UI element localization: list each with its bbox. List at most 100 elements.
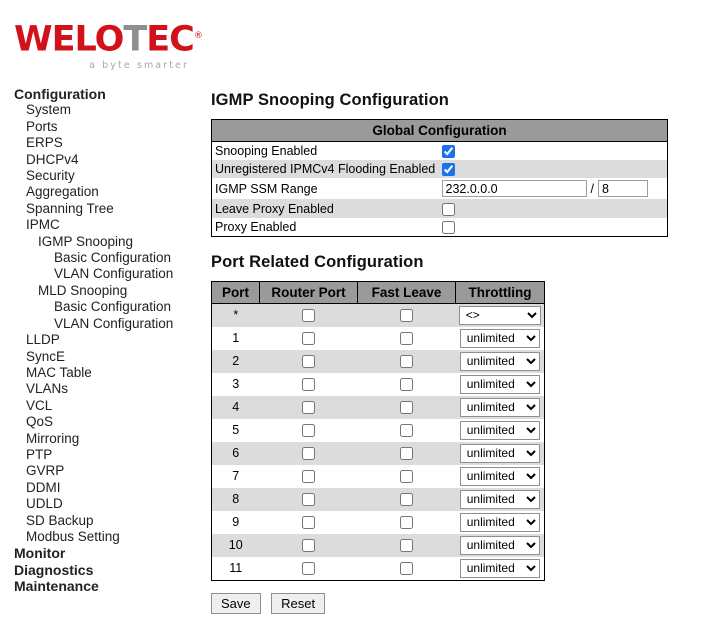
cell-throttling: <>unlimited12481632	[456, 327, 545, 350]
checkbox-fast-leave-port-7[interactable]	[400, 470, 413, 484]
checkbox-router-port-port-all[interactable]	[302, 309, 315, 323]
sidebar-item-mac-table[interactable]: MAC Table	[0, 365, 200, 381]
port-related-configuration-table: Port Router Port Fast Leave Throttling *…	[211, 280, 545, 581]
checkbox-router-port-port-6[interactable]	[302, 447, 315, 461]
sidebar-item-udld[interactable]: UDLD	[0, 496, 200, 512]
logo-text-t: T	[123, 19, 147, 60]
table-header-row: Global Configuration	[211, 119, 668, 142]
select-throttling-port-7[interactable]: <>unlimited12481632	[459, 466, 540, 486]
select-throttling-port-9[interactable]: <>unlimited12481632	[459, 512, 540, 532]
select-throttling-port-2[interactable]: <>unlimited12481632	[459, 351, 540, 371]
sidebar-item-maintenance[interactable]: Maintenance	[0, 578, 200, 594]
cell-port-number: 11	[229, 561, 243, 576]
cell-router-port	[260, 396, 358, 419]
main-content: IGMP Snooping Configuration Global Confi…	[211, 86, 691, 614]
cell-fast-leave	[358, 465, 456, 488]
port-section-title: Port Related Configuration	[211, 252, 424, 271]
sidebar-item-vlans[interactable]: VLANs	[0, 381, 200, 397]
checkbox-fast-leave-port-4[interactable]	[400, 401, 413, 415]
sidebar-item-modbus-setting[interactable]: Modbus Setting	[0, 529, 200, 545]
table-row: 9 <>unlimited12481632	[211, 510, 545, 534]
sidebar-item-spanning-tree[interactable]: Spanning Tree	[0, 201, 200, 217]
checkbox-fast-leave-port-3[interactable]	[400, 378, 413, 392]
table-header-row: Port Router Port Fast Leave Throttling	[211, 280, 545, 304]
select-throttling-port-4[interactable]: <>unlimited12481632	[459, 397, 540, 417]
sidebar-item-basic-configuration[interactable]: Basic Configuration	[0, 299, 200, 315]
checkbox-router-port-port-5[interactable]	[302, 424, 315, 438]
global-config-value	[440, 160, 668, 178]
sidebar-item-ddmi[interactable]: DDMI	[0, 480, 200, 496]
checkbox-proxy-enabled[interactable]	[441, 220, 455, 234]
sidebar-item-synce[interactable]: SyncE	[0, 349, 200, 365]
checkbox-router-port-port-7[interactable]	[302, 470, 315, 484]
sidebar-item-vcl[interactable]: VCL	[0, 398, 200, 414]
checkbox-router-port-port-1[interactable]	[302, 332, 315, 346]
sidebar-item-lldp[interactable]: LLDP	[0, 332, 200, 348]
global-config-row: Unregistered IPMCv4 Flooding Enabled	[211, 160, 668, 179]
sidebar-item-ipmc[interactable]: IPMC	[0, 217, 200, 233]
cell-throttling: <>unlimited12481632	[456, 396, 545, 419]
checkbox-snooping-enabled[interactable]	[441, 145, 455, 159]
sidebar-item-igmp-snooping[interactable]: IGMP Snooping	[0, 234, 200, 250]
checkbox-fast-leave-port-6[interactable]	[400, 447, 413, 461]
sidebar-item-configuration[interactable]: Configuration	[0, 86, 200, 102]
page-root: WELOTEC® a byte smarter Configuration Sys…	[0, 0, 705, 617]
save-button[interactable]: Save	[211, 592, 261, 614]
sidebar-item-ptp[interactable]: PTP	[0, 447, 200, 463]
select-throttling-port-11[interactable]: <>unlimited12481632	[459, 558, 540, 578]
select-throttling-port-6[interactable]: <>unlimited12481632	[459, 443, 540, 463]
select-throttling-port-3[interactable]: <>unlimited12481632	[459, 374, 540, 394]
checkbox-fast-leave-port-1[interactable]	[400, 332, 413, 346]
igmp-ssm-range-input[interactable]	[441, 180, 587, 198]
reset-button[interactable]: Reset	[271, 592, 326, 614]
cell-port-number: 3	[232, 377, 240, 392]
checkbox-router-port-port-8[interactable]	[302, 493, 315, 507]
select-throttling-port-all[interactable]: <>unlimited12481632	[458, 305, 541, 325]
checkbox-fast-leave-port-11[interactable]	[400, 562, 413, 576]
sidebar-item-vlan-configuration[interactable]: VLAN Configuration	[0, 316, 200, 332]
logo-tagline: a byte smarter	[89, 59, 189, 71]
checkbox-router-port-port-11[interactable]	[302, 562, 315, 576]
checkbox-leave-proxy-enabled[interactable]	[441, 202, 455, 216]
checkbox-router-port-port-4[interactable]	[302, 401, 315, 415]
igmp-ssm-mask-input[interactable]	[597, 180, 648, 198]
select-throttling-port-8[interactable]: <>unlimited12481632	[459, 489, 540, 509]
sidebar-item-diagnostics[interactable]: Diagnostics	[0, 562, 200, 578]
column-header-fast-leave: Fast Leave	[357, 280, 456, 304]
checkbox-router-port-port-3[interactable]	[302, 378, 315, 392]
sidebar-item-erps[interactable]: ERPS	[0, 135, 200, 151]
checkbox-fast-leave-port-all[interactable]	[400, 309, 413, 323]
sidebar-item-mirroring[interactable]: Mirroring	[0, 431, 200, 447]
cell-router-port	[260, 419, 358, 442]
checkbox-fast-leave-port-5[interactable]	[400, 424, 413, 438]
checkbox-router-port-port-10[interactable]	[302, 539, 315, 553]
sidebar-item-mld-snooping[interactable]: MLD Snooping	[0, 283, 200, 299]
cell-port-number: 1	[232, 331, 240, 346]
checkbox-fast-leave-port-10[interactable]	[400, 539, 413, 553]
sidebar-item-vlan-configuration[interactable]: VLAN Configuration	[0, 266, 200, 282]
sidebar-item-aggregation[interactable]: Aggregation	[0, 184, 200, 200]
checkbox-fast-leave-port-8[interactable]	[400, 493, 413, 507]
global-config-label: IGMP SSM Range	[215, 181, 318, 196]
checkbox-fast-leave-port-2[interactable]	[400, 355, 413, 369]
select-throttling-port-1[interactable]: <>unlimited12481632	[459, 328, 540, 348]
global-config-value: /	[440, 178, 668, 199]
sidebar-item-qos[interactable]: QoS	[0, 414, 200, 430]
checkbox-fast-leave-port-9[interactable]	[400, 516, 413, 530]
sidebar-item-basic-configuration[interactable]: Basic Configuration	[0, 250, 200, 266]
checkbox-router-port-port-9[interactable]	[302, 516, 315, 530]
checkbox-router-port-port-2[interactable]	[302, 355, 315, 369]
global-config-label: Proxy Enabled	[215, 219, 297, 234]
checkbox-unregistered-ipmcv4-flooding-enabled[interactable]	[441, 163, 455, 177]
sidebar-item-sd-backup[interactable]: SD Backup	[0, 513, 200, 529]
sidebar-item-system[interactable]: System	[0, 102, 200, 118]
sidebar-item-security[interactable]: Security	[0, 168, 200, 184]
cell-port-number: 2	[232, 354, 240, 369]
sidebar-item-dhcpv4[interactable]: DHCPv4	[0, 152, 200, 168]
page-title: IGMP Snooping Configuration	[211, 91, 449, 109]
select-throttling-port-5[interactable]: <>unlimited12481632	[459, 420, 540, 440]
sidebar-item-gvrp[interactable]: GVRP	[0, 463, 200, 479]
sidebar-item-ports[interactable]: Ports	[0, 119, 200, 135]
select-throttling-port-10[interactable]: <>unlimited12481632	[459, 535, 540, 555]
sidebar-item-monitor[interactable]: Monitor	[0, 545, 200, 561]
